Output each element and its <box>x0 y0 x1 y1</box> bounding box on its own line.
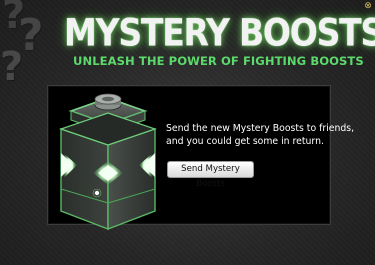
promo-message-line: Send the new Mystery Boosts to friends, <box>166 123 355 134</box>
close-icon[interactable]: ⊗ <box>363 1 373 11</box>
question-mark-decoration: ? <box>0 44 24 90</box>
promo-message-line: and you could get some in return. <box>166 136 324 147</box>
page-title: MYSTERY BOOSTS <box>64 10 375 55</box>
mystery-box-icon <box>59 93 157 231</box>
page-subtitle: UNLEASH THE POWER OF FIGHTING BOOSTS <box>73 54 364 68</box>
send-mystery-boosts-button[interactable]: Send Mystery Boosts <box>167 161 254 189</box>
promo-message: Send the new Mystery Boosts to friends, … <box>166 122 355 148</box>
